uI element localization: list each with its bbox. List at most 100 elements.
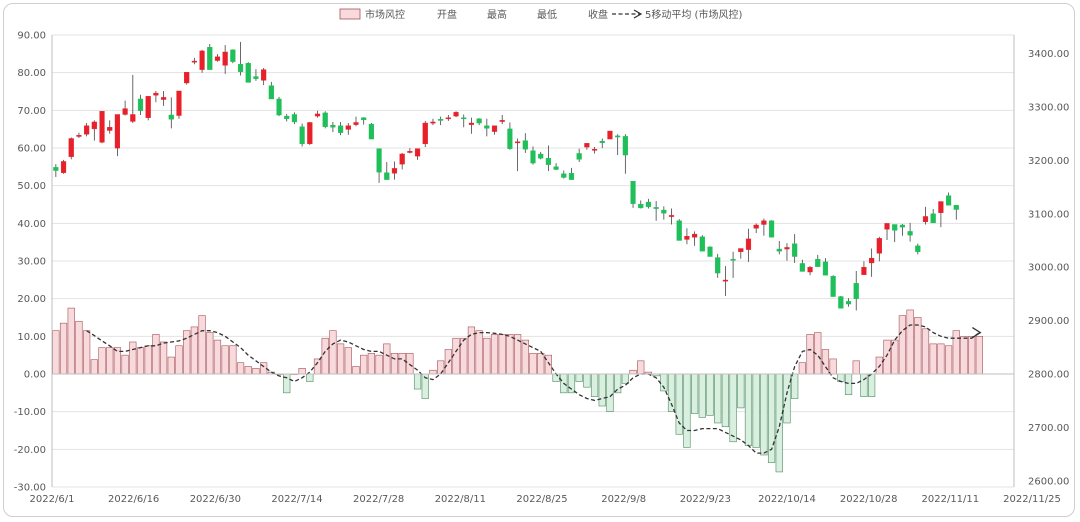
risk-bar [152,334,160,375]
x-tick-label: 2022/9/23 [680,494,731,505]
right-tick-label: 2800.00 [1028,370,1069,381]
x-tick-label: 2022/6/1 [30,494,75,505]
candle-body [876,238,882,254]
candle-body [53,167,59,171]
x-tick-label: 2022/8/11 [435,494,486,505]
x-tick-label: 2022/11/25 [1003,494,1061,505]
risk-bar [175,345,183,375]
right-tick-label: 3400.00 [1028,49,1069,60]
candle-body [376,148,382,173]
candle-body [60,161,67,173]
risk-bar [90,359,98,375]
risk-bar [760,373,768,456]
risk-bar [752,373,760,448]
risk-bar [483,337,491,375]
candle-body [322,112,328,127]
candle-body [869,257,875,264]
risk-bar [921,328,930,375]
risk-bar [506,334,514,375]
risk-bar [398,352,406,375]
candle-body [938,201,944,213]
risk-bar [798,362,806,375]
risk-bar [121,354,129,375]
candle-body [445,117,451,120]
risk-bar [783,373,791,424]
left-tick-label: 50.00 [17,181,46,192]
candle-body [915,245,921,252]
candle-body [861,267,867,275]
risk-bar [106,347,114,375]
candle-body [453,112,459,117]
left-tick-label: 10.00 [17,332,46,343]
candle-body [745,238,752,250]
risk-bar [367,352,375,375]
candle-body [76,135,82,137]
risk-bar [167,356,175,375]
risk-bar [706,373,714,416]
candle-body [153,92,159,96]
risk-bar [737,373,745,409]
risk-bar [360,354,368,375]
x-tick-label: 2022/7/14 [271,494,322,505]
risk-bar [567,373,576,394]
candle-body [845,301,852,305]
risk-bar [321,337,329,375]
candle-body [753,224,759,229]
risk-bar [729,373,737,443]
right-tick-label: 2900.00 [1028,316,1069,327]
risk-bar [629,369,637,375]
candle-body [792,243,798,257]
right-tick-label: 2700.00 [1028,423,1069,434]
candle-body [176,90,182,116]
candle-body [922,216,929,223]
risk-bar [698,373,706,418]
right-tick-label: 2600.00 [1028,476,1069,487]
candle-body [515,141,521,144]
risk-bar [598,373,606,407]
risk-bar [714,373,722,424]
x-tick-label: 2022/11/11 [922,494,980,505]
candle-body [730,258,736,261]
candle-body [615,135,621,138]
axes: 90.00 80.00 70.00 60.00 50.00 40.00 30.00 20.00… [14,31,1070,506]
candle-body [822,261,829,276]
risk-bar [837,373,845,382]
candle-body [276,98,282,116]
left-tick-label: 80.00 [17,68,46,79]
candle-body [184,72,190,84]
risk-bars [52,307,983,473]
candle-body [391,168,398,174]
candle-body [314,113,321,117]
risk-bar [475,330,483,375]
risk-bar [744,373,753,446]
risk-bar [775,373,783,473]
risk-bar [429,369,437,375]
candle-body [161,97,167,100]
candle-body [722,279,728,282]
legend-label: 开盘 [437,8,457,21]
candle-body [484,125,490,129]
left-tick-label: -20.00 [14,445,46,456]
candle-body [268,85,274,100]
candle-body [230,49,236,62]
risk-bar [198,315,206,375]
risk-bar [336,343,345,375]
candle-body [491,125,498,132]
risk-bar [344,347,352,375]
risk-bar [159,341,168,375]
candle-body [207,46,213,70]
risk-bar [575,373,583,382]
candle-body [237,64,244,72]
risk-bar [67,307,75,375]
risk-bar [944,345,953,375]
risk-bar [883,339,891,375]
candle-body [945,195,952,206]
legend-bar-swatch [339,8,361,20]
risk-bar [83,330,91,375]
risk-bar [298,368,306,375]
risk-bar [437,360,445,375]
candle-body [253,76,259,79]
candle-body [668,215,675,217]
candle-body [692,233,698,238]
candle-body [145,96,151,118]
